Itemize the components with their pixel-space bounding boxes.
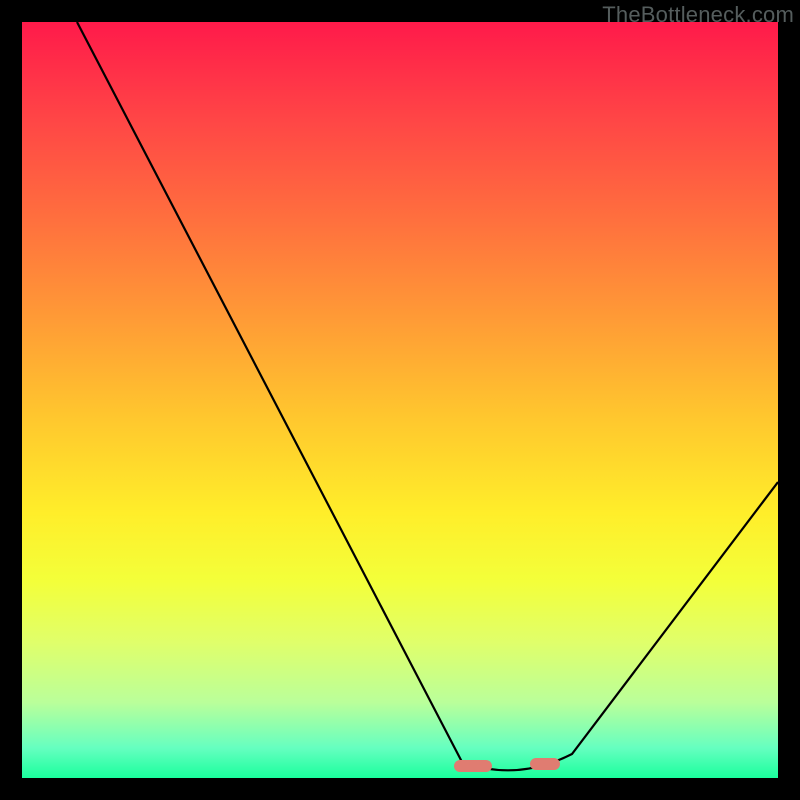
optimal-range-marker-right — [530, 758, 560, 770]
chart-container: TheBottleneck.com — [0, 0, 800, 800]
watermark-text: TheBottleneck.com — [602, 2, 794, 28]
optimal-range-marker-left — [454, 760, 492, 772]
bottleneck-curve — [22, 22, 778, 778]
curve-path — [77, 22, 778, 770]
